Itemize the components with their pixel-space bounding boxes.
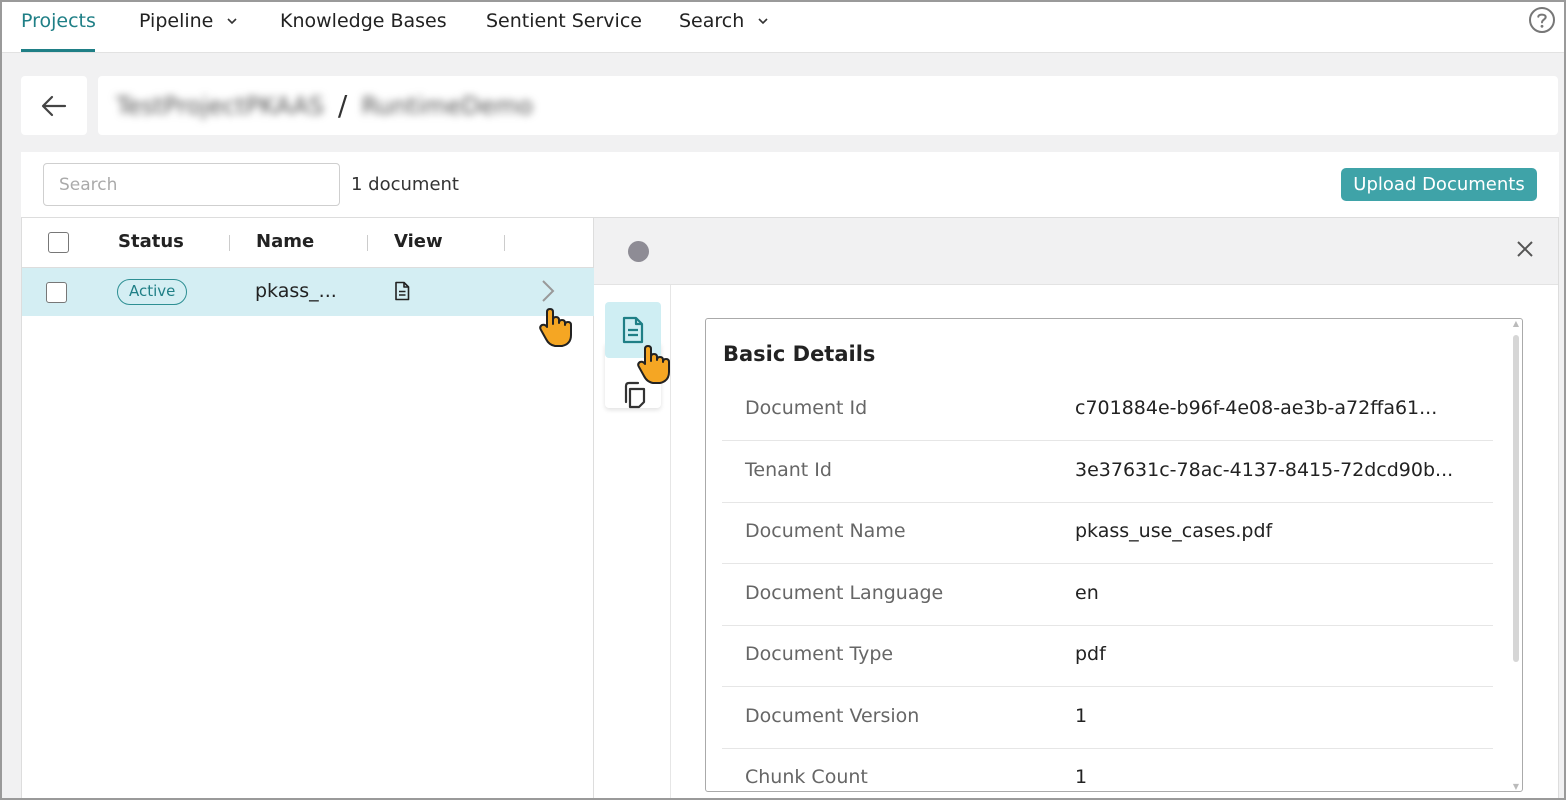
document-name[interactable]: pkass_... (255, 280, 337, 302)
detail-row: Document Language en (722, 564, 1493, 626)
upload-documents-button[interactable]: Upload Documents (1341, 168, 1537, 201)
back-button[interactable] (21, 76, 87, 135)
detail-value: pdf (1075, 643, 1106, 665)
detail-label: Document Id (745, 397, 868, 419)
detail-side-rail (594, 285, 671, 800)
top-nav: Projects Pipeline Knowledge Bases Sentie… (0, 0, 1566, 53)
select-all-checkbox[interactable] (48, 232, 69, 253)
basic-details-card: Basic Details Document Id c701884e-b96f-… (705, 318, 1523, 792)
nav-knowledge-bases[interactable]: Knowledge Bases (280, 0, 447, 52)
detail-value: 1 (1075, 766, 1088, 788)
documents-table: Status Name View Active pkass_... (21, 217, 594, 800)
column-status[interactable]: Status (118, 231, 184, 252)
document-icon (622, 316, 644, 344)
detail-value: en (1075, 582, 1099, 604)
scroll-down-arrow[interactable]: ▼ (1513, 782, 1519, 791)
detail-label: Document Type (745, 643, 894, 665)
detail-row: Document Version 1 (722, 687, 1493, 749)
detail-label: Document Language (745, 582, 944, 604)
nav-search-label: Search (679, 10, 745, 32)
breadcrumb-project[interactable]: TestProjectPKAAS (116, 92, 324, 120)
detail-value: 3e37631c-78ac-4137-8415-72dcd90b... (1075, 459, 1454, 481)
search-input[interactable] (43, 163, 340, 206)
detail-header (594, 218, 1558, 285)
detail-label: Document Version (745, 705, 920, 727)
card-scrollbar-thumb[interactable] (1513, 335, 1519, 662)
nav-pipeline[interactable]: Pipeline (139, 0, 237, 52)
document-icon[interactable] (394, 281, 410, 301)
status-dot (628, 241, 649, 262)
section-title: Basic Details (723, 342, 876, 366)
breadcrumb-separator: / (337, 89, 348, 122)
nav-pipeline-label: Pipeline (139, 10, 214, 32)
column-name[interactable]: Name (256, 231, 314, 252)
close-icon[interactable] (1516, 240, 1534, 258)
nav-projects-label: Projects (21, 10, 96, 32)
breadcrumb-knowledge-base: RuntimeDemo (361, 91, 533, 120)
basic-details-tab[interactable] (605, 302, 661, 358)
documents-panel: 1 document Upload Documents Status Name … (21, 152, 1559, 800)
nav-knowledge-bases-label: Knowledge Bases (280, 10, 447, 32)
chevron-down-icon (758, 18, 768, 25)
detail-label: Tenant Id (745, 459, 832, 481)
column-divider (504, 235, 505, 251)
detail-row: Tenant Id 3e37631c-78ac-4137-8415-72dcd9… (722, 441, 1493, 503)
chunks-tab[interactable] (605, 367, 661, 423)
breadcrumb: TestProjectPKAAS / RuntimeDemo (98, 76, 1558, 135)
column-view: View (394, 231, 443, 252)
nav-search[interactable]: Search (679, 0, 768, 52)
detail-value: 1 (1075, 705, 1088, 727)
detail-row: Document Name pkass_use_cases.pdf (722, 502, 1493, 564)
detail-value: pkass_use_cases.pdf (1075, 520, 1273, 542)
table-header: Status Name View (22, 218, 594, 268)
detail-label: Chunk Count (745, 766, 868, 788)
detail-value: c701884e-b96f-4e08-ae3b-a72ffa61... (1075, 397, 1438, 419)
document-count: 1 document (351, 174, 459, 195)
detail-row: Document Id c701884e-b96f-4e08-ae3b-a72f… (722, 379, 1493, 441)
nav-projects[interactable]: Projects (21, 0, 96, 52)
chevron-down-icon (227, 18, 237, 25)
detail-label: Document Name (745, 520, 906, 542)
row-checkbox[interactable] (46, 282, 67, 303)
scroll-up-arrow[interactable]: ▲ (1513, 319, 1519, 328)
column-divider (229, 235, 230, 251)
detail-row: Document Type pdf (722, 625, 1493, 687)
copy-pages-icon (624, 381, 646, 409)
table-row[interactable]: Active pkass_... (22, 268, 594, 316)
column-divider (367, 235, 368, 251)
detail-row: Chunk Count 1 (722, 748, 1493, 791)
chevron-right-icon[interactable] (540, 278, 556, 304)
nav-sentient-service-label: Sentient Service (486, 10, 642, 32)
status-badge: Active (117, 279, 188, 305)
arrow-left-icon (41, 95, 67, 116)
help-circle-icon[interactable] (1528, 6, 1556, 34)
document-detail-panel: Basic Details Document Id c701884e-b96f-… (594, 217, 1559, 800)
nav-sentient-service[interactable]: Sentient Service (486, 0, 642, 52)
